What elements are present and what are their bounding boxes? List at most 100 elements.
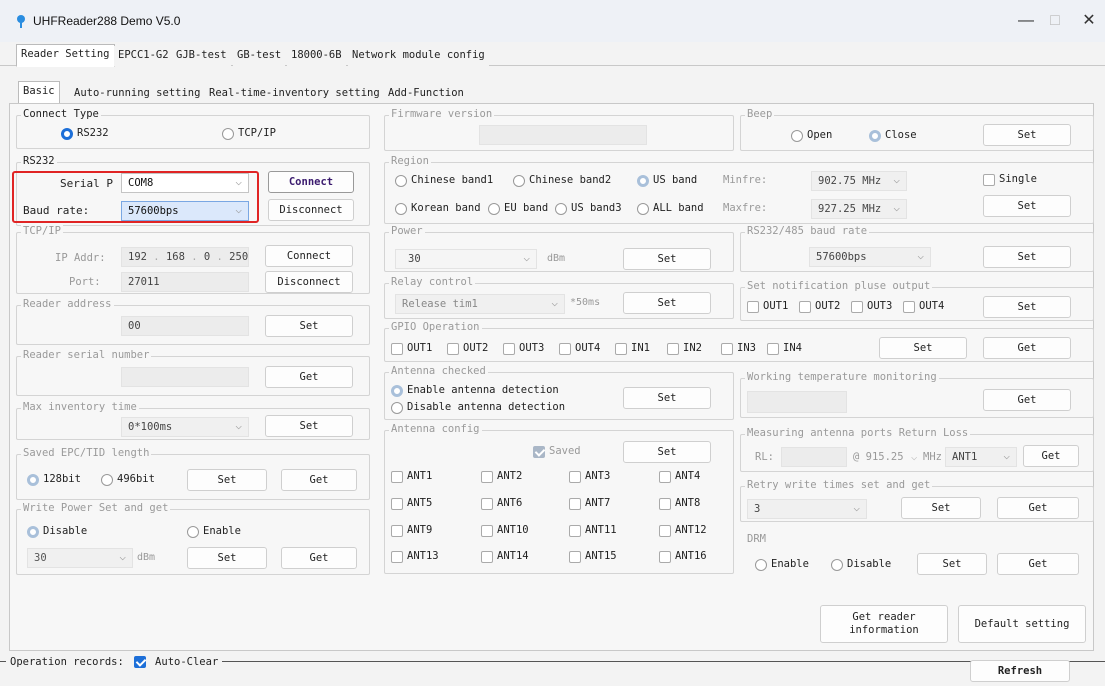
gpio-set-button[interactable]: Set	[879, 337, 967, 359]
ant5-checkbox[interactable]	[391, 498, 403, 510]
get-reader-information-button[interactable]: Get reader information	[820, 605, 948, 643]
relay-set-button[interactable]: Set	[623, 292, 711, 314]
reader-address-field[interactable]: 00	[121, 316, 249, 336]
minfre-select[interactable]: 902.75 MHz ⌵	[811, 171, 907, 191]
drm-disable-radio[interactable]	[831, 559, 843, 571]
tab-18000-6b[interactable]: 18000-6B	[287, 46, 346, 66]
drm-set-button[interactable]: Set	[917, 553, 987, 575]
ant16-checkbox[interactable]	[659, 551, 671, 563]
gpio-out2-checkbox[interactable]	[447, 343, 459, 355]
tab-gjb-test[interactable]: GJB-test	[172, 46, 231, 66]
gpio-in2-checkbox[interactable]	[667, 343, 679, 355]
temperature-get-button[interactable]: Get	[983, 389, 1071, 411]
gpio-out4-checkbox[interactable]	[559, 343, 571, 355]
serial-number-field[interactable]	[121, 367, 249, 387]
ant12-checkbox[interactable]	[659, 525, 671, 537]
ip-addr-field[interactable]: 192 . 168 . 0 . 250	[121, 247, 249, 267]
gpio-in4-checkbox[interactable]	[767, 343, 779, 355]
max-inventory-select[interactable]: 0*100ms ⌵	[121, 417, 249, 437]
tab-gb-test[interactable]: GB-test	[233, 46, 286, 66]
drm-enable-radio[interactable]	[755, 559, 767, 571]
ant15-checkbox[interactable]	[569, 551, 581, 563]
ant14-checkbox[interactable]	[481, 551, 493, 563]
default-setting-button[interactable]: Default setting	[958, 605, 1086, 643]
region-set-button[interactable]: Set	[983, 195, 1071, 217]
tab-add-function[interactable]: Add-Function	[384, 84, 468, 104]
refresh-button[interactable]: Refresh	[970, 660, 1070, 682]
us-band-radio[interactable]	[637, 175, 649, 187]
return-loss-get-button[interactable]: Get	[1023, 445, 1079, 467]
max-inventory-set-button[interactable]: Set	[265, 415, 353, 437]
ant10-checkbox[interactable]	[481, 525, 493, 537]
ant2-checkbox[interactable]	[481, 471, 493, 483]
write-power-get-button[interactable]: Get	[281, 547, 357, 569]
tcpip-connect-button[interactable]: Connect	[265, 245, 353, 267]
gpio-get-button[interactable]: Get	[983, 337, 1071, 359]
rs232-disconnect-button[interactable]: Disconnect	[268, 199, 354, 221]
notify-set-button[interactable]: Set	[983, 296, 1071, 318]
notify-out2-checkbox[interactable]	[799, 301, 811, 313]
ant4-checkbox[interactable]	[659, 471, 671, 483]
chinese-band2-radio[interactable]	[513, 175, 525, 187]
reader-address-set-button[interactable]: Set	[265, 315, 353, 337]
ant11-checkbox[interactable]	[569, 525, 581, 537]
write-power-select[interactable]: 30 ⌵	[27, 548, 133, 568]
port-field[interactable]: 27011	[121, 272, 249, 292]
auto-clear-checkbox[interactable]	[134, 656, 147, 668]
baud485-select[interactable]: 57600bps ⌵	[809, 247, 931, 267]
eu-band-radio[interactable]	[488, 203, 500, 215]
maximize-button[interactable]: □	[1040, 10, 1070, 32]
beep-set-button[interactable]: Set	[983, 124, 1071, 146]
128bit-radio[interactable]	[27, 474, 39, 486]
retry-set-button[interactable]: Set	[901, 497, 981, 519]
ant13-checkbox[interactable]	[391, 551, 403, 563]
single-checkbox[interactable]	[983, 174, 995, 186]
ant9-checkbox[interactable]	[391, 525, 403, 537]
tcpip-disconnect-button[interactable]: Disconnect	[265, 271, 353, 293]
notify-out4-checkbox[interactable]	[903, 301, 915, 313]
notify-out1-checkbox[interactable]	[747, 301, 759, 313]
gpio-in3-checkbox[interactable]	[721, 343, 733, 355]
rs232-radio[interactable]	[61, 128, 73, 140]
ant1-checkbox[interactable]	[391, 471, 403, 483]
tab-network-module-config[interactable]: Network module config	[348, 46, 489, 66]
korean-band-radio[interactable]	[395, 203, 407, 215]
power-select[interactable]: 30 ⌵	[395, 249, 537, 269]
chinese-band1-radio[interactable]	[395, 175, 407, 187]
tab-epcc1-g2[interactable]: EPCC1-G2	[114, 46, 173, 66]
rs232-connect-button[interactable]: Connect	[268, 171, 354, 193]
rl-ant-select[interactable]: ANT1 ⌵	[945, 447, 1017, 467]
relay-select[interactable]: Release tim1 ⌵	[395, 294, 565, 314]
notify-out3-checkbox[interactable]	[851, 301, 863, 313]
write-power-set-button[interactable]: Set	[187, 547, 267, 569]
ant7-checkbox[interactable]	[569, 498, 581, 510]
write-power-disable-radio[interactable]	[27, 526, 39, 538]
tab-reader-setting[interactable]: Reader Setting	[16, 44, 115, 67]
drm-get-button[interactable]: Get	[997, 553, 1079, 575]
tab-auto-running[interactable]: Auto-running setting	[70, 84, 205, 104]
tab-basic[interactable]: Basic	[18, 81, 60, 104]
minimize-button[interactable]: —	[1011, 10, 1041, 32]
retry-get-button[interactable]: Get	[997, 497, 1079, 519]
gpio-in1-checkbox[interactable]	[615, 343, 627, 355]
tcpip-radio[interactable]	[222, 128, 234, 140]
beep-close-radio[interactable]	[869, 130, 881, 142]
baud485-set-button[interactable]: Set	[983, 246, 1071, 268]
tab-real-time-inventory[interactable]: Real-time-inventory setting	[205, 84, 384, 104]
epc-tid-get-button[interactable]: Get	[281, 469, 357, 491]
gpio-out3-checkbox[interactable]	[503, 343, 515, 355]
ant3-checkbox[interactable]	[569, 471, 581, 483]
write-power-enable-radio[interactable]	[187, 526, 199, 538]
antenna-checked-set-button[interactable]: Set	[623, 387, 711, 409]
serial-number-get-button[interactable]: Get	[265, 366, 353, 388]
gpio-out1-checkbox[interactable]	[391, 343, 403, 355]
power-set-button[interactable]: Set	[623, 248, 711, 270]
antenna-config-set-button[interactable]: Set	[623, 441, 711, 463]
ant8-checkbox[interactable]	[659, 498, 671, 510]
enable-antenna-detection-radio[interactable]	[391, 385, 403, 397]
disable-antenna-detection-radio[interactable]	[391, 402, 403, 414]
496bit-radio[interactable]	[101, 474, 113, 486]
us-band3-radio[interactable]	[555, 203, 567, 215]
close-button[interactable]: ✕	[1074, 10, 1104, 32]
beep-open-radio[interactable]	[791, 130, 803, 142]
